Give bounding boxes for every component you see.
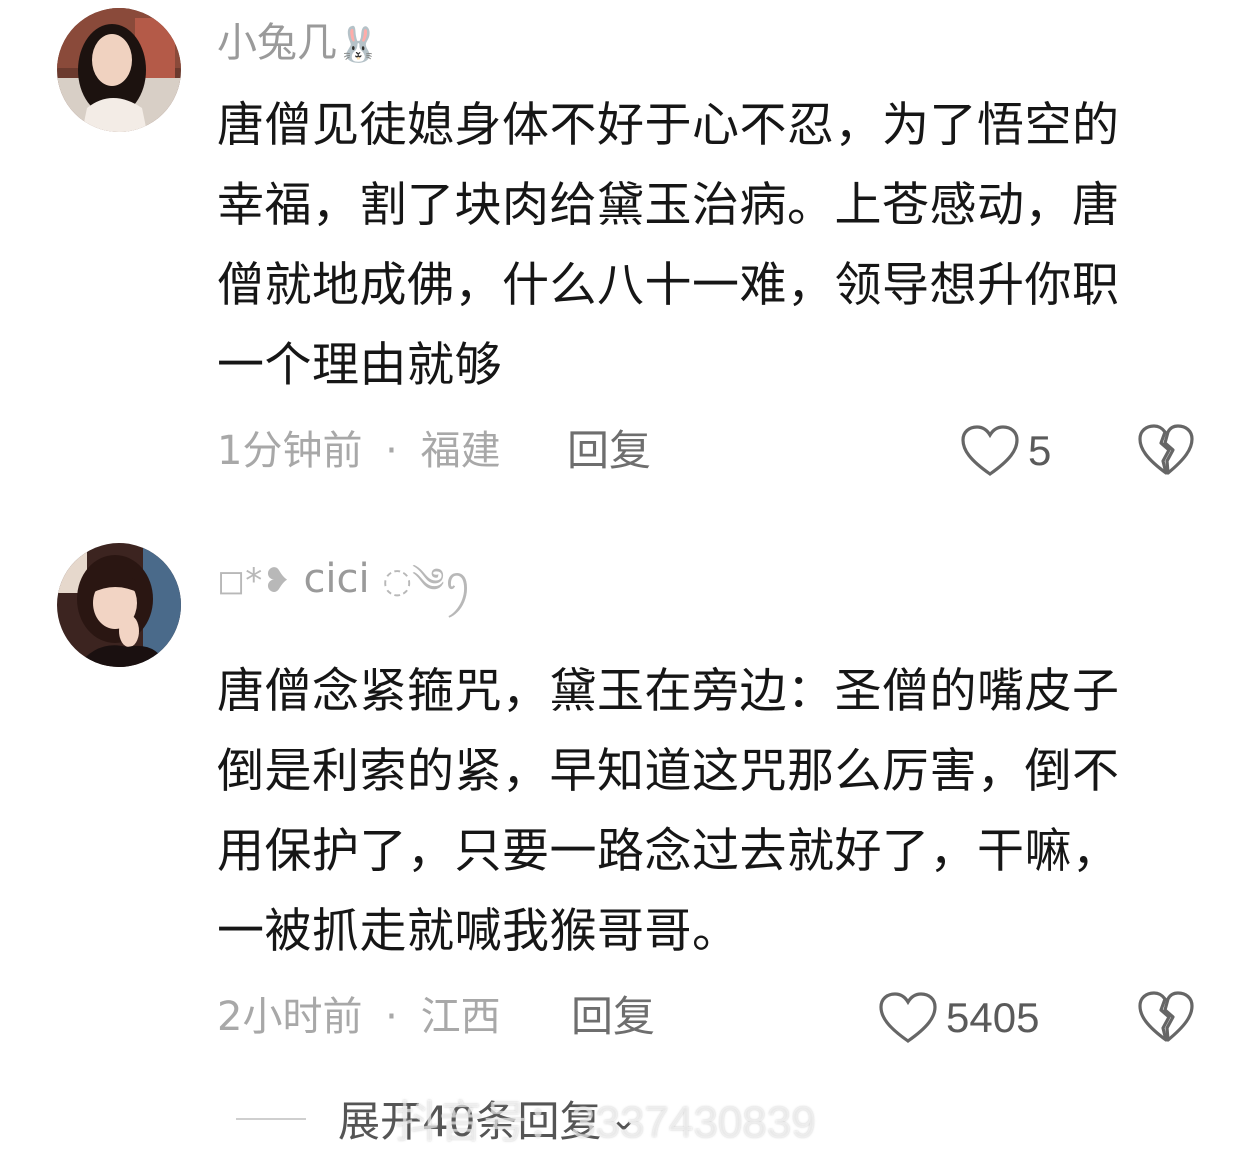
expand-replies-label: 展开40条回复 xyxy=(338,1097,602,1146)
location: 福建 xyxy=(420,428,501,474)
broken-heart-icon xyxy=(1138,424,1194,475)
heart-icon xyxy=(879,992,937,1043)
expand-replies-button[interactable]: 展开40条回复 ⌄ xyxy=(236,1088,638,1149)
like-button[interactable]: 5 xyxy=(960,423,1051,479)
comment-line: 幸福，割了块肉给黛玉治病。上苍感动，唐 xyxy=(217,178,1120,233)
meta-separator: · xyxy=(385,994,398,1040)
comment-text: 唐僧见徒媳身体不好于心不忍，为了悟空的 幸福，割了块肉给黛玉治病。上苍感动，唐 … xyxy=(217,86,1207,406)
comment-line: 倒是利索的紧，早知道这咒那么厉害，倒不 xyxy=(217,744,1120,799)
username-text: 小兔几 xyxy=(217,20,337,66)
username-prefix-decoration: ◻*❥ xyxy=(217,561,291,601)
heart-icon xyxy=(961,425,1019,476)
timestamp: 2小时前 xyxy=(217,994,363,1040)
location: 江西 xyxy=(420,994,501,1040)
username-text: cici xyxy=(303,556,370,602)
like-count: 5405 xyxy=(946,994,1040,1041)
comment-line: 用保护了，只要一路念过去就好了，干嘛， xyxy=(217,824,1120,879)
divider xyxy=(236,1117,306,1120)
chevron-down-icon: ⌄ xyxy=(609,1098,638,1139)
user-avatar[interactable] xyxy=(57,8,181,132)
comment-meta: 1分钟前 · 福建 xyxy=(217,428,501,474)
meta-separator: · xyxy=(385,428,398,474)
timestamp: 1分钟前 xyxy=(217,428,363,474)
username[interactable]: 小兔几🐰 xyxy=(217,20,379,68)
comment-text: 唐僧念紧箍咒，黛玉在旁边：圣僧的嘴皮子 倒是利索的紧，早知道这咒那么厉害，倒不 … xyxy=(217,652,1207,972)
username-suffix-decoration: ◌༄ꪆ xyxy=(382,561,473,601)
username[interactable]: ◻*❥ cici ◌༄ꪆ xyxy=(217,556,472,604)
comment-meta: 2小时前 · 江西 xyxy=(217,994,501,1040)
dislike-button[interactable] xyxy=(1137,423,1195,479)
reply-button[interactable]: 回复 xyxy=(567,428,651,474)
comment-line: 一被抓走就喊我猴哥哥。 xyxy=(217,904,740,959)
comment-line: 僧就地成佛，什么八十一难，领导想升你职 xyxy=(217,258,1120,313)
like-count: 5 xyxy=(1028,427,1052,474)
rabbit-icon: 🐰 xyxy=(337,25,380,65)
like-button[interactable]: 5405 xyxy=(878,990,1039,1046)
comment-line: 一个理由就够 xyxy=(217,338,502,393)
comment-line: 唐僧见徒媳身体不好于心不忍，为了悟空的 xyxy=(217,98,1120,153)
reply-button[interactable]: 回复 xyxy=(571,994,655,1040)
dislike-button[interactable] xyxy=(1137,990,1195,1046)
comment-line: 唐僧念紧箍咒，黛玉在旁边：圣僧的嘴皮子 xyxy=(217,664,1120,719)
user-avatar[interactable] xyxy=(57,543,181,667)
broken-heart-icon xyxy=(1138,991,1194,1042)
